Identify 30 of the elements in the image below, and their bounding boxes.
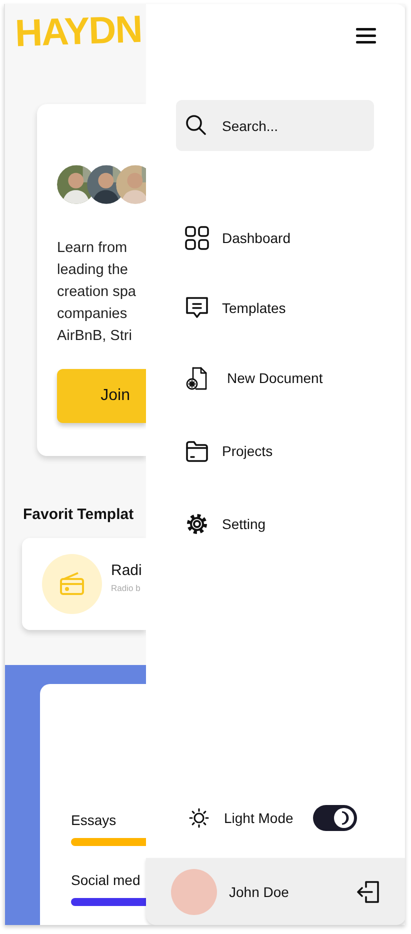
- nav-item[interactable]: Setting: [146, 489, 405, 559]
- description-text: Learn from leading the creation spa companies AirBnB, Stri: [57, 239, 136, 346]
- grid-icon: [185, 226, 209, 250]
- stat-label: Essays: [71, 812, 116, 828]
- user-name: John Doe: [229, 884, 289, 900]
- radio-drawing: [59, 572, 85, 596]
- theme-toggle[interactable]: [313, 805, 358, 831]
- sun-icon: [189, 808, 209, 828]
- logo: HAYDN: [14, 8, 142, 56]
- template-name: Radi: [111, 562, 142, 578]
- section-title: Favorit Templat: [23, 506, 134, 523]
- avatar: [171, 868, 217, 914]
- logout-icon: [356, 878, 382, 904]
- document-plus-icon: [185, 366, 209, 390]
- nav-item[interactable]: Dashboard: [146, 203, 405, 273]
- nav-item[interactable]: Templates: [146, 273, 405, 343]
- gear-icon: [185, 512, 209, 536]
- menu-icon: [356, 28, 376, 44]
- folder-icon: [185, 439, 209, 463]
- template-description: Radio b: [111, 582, 142, 592]
- message-icon: [185, 296, 209, 320]
- search-field[interactable]: Search...: [176, 100, 374, 151]
- theme-label: Light Mode: [224, 810, 294, 826]
- stat-label: Social med: [71, 872, 140, 888]
- nav-item[interactable]: Projects: [146, 413, 405, 489]
- template-card[interactable]: Radi Radio b: [22, 538, 146, 630]
- menu-button[interactable]: [356, 28, 376, 44]
- join-button[interactable]: Join: [57, 369, 146, 423]
- nav-item[interactable]: New Document: [146, 343, 405, 413]
- logout-button[interactable]: [356, 878, 382, 904]
